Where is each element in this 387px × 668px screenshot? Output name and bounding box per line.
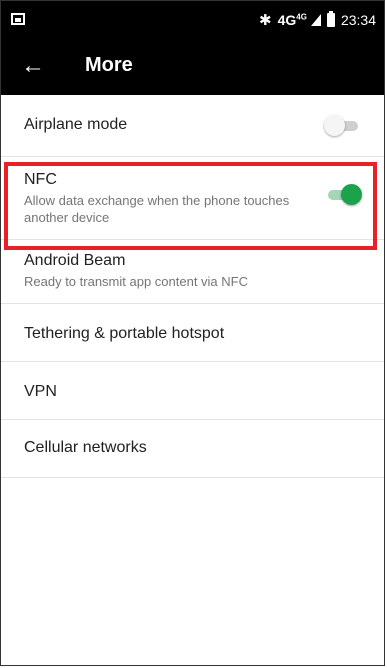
screen: ✱ 4G4G 23:34 ← More Airplane mode NFC Al… bbox=[0, 0, 385, 666]
setting-airplane-mode[interactable]: Airplane mode bbox=[1, 95, 384, 157]
setting-tethering[interactable]: Tethering & portable hotspot bbox=[1, 304, 384, 362]
setting-label: Airplane mode bbox=[24, 116, 128, 133]
status-icons: ✱ 4G4G 23:34 bbox=[259, 11, 376, 29]
signal-icon bbox=[310, 14, 321, 26]
setting-nfc[interactable]: NFC Allow data exchange when the phone t… bbox=[1, 157, 384, 240]
network-type: 4G4G bbox=[277, 12, 307, 28]
bluetooth-icon: ✱ bbox=[259, 12, 272, 29]
switch-thumb bbox=[324, 115, 345, 136]
switch-thumb bbox=[341, 184, 362, 205]
setting-cellular-networks[interactable]: Cellular networks bbox=[1, 420, 384, 478]
setting-vpn[interactable]: VPN bbox=[1, 362, 384, 420]
setting-android-beam[interactable]: Android Beam Ready to transmit app conte… bbox=[1, 240, 384, 304]
setting-summary: Ready to transmit app content via NFC bbox=[24, 274, 248, 289]
airplane-mode-switch[interactable] bbox=[324, 115, 362, 136]
notification-icon bbox=[11, 13, 25, 25]
setting-label: Android Beam bbox=[24, 252, 126, 269]
setting-label: VPN bbox=[24, 383, 57, 400]
setting-label: NFC bbox=[24, 171, 57, 188]
setting-label: Tethering & portable hotspot bbox=[24, 325, 225, 342]
nfc-switch[interactable] bbox=[324, 184, 362, 205]
arrow-left-icon[interactable]: ← bbox=[21, 52, 45, 80]
status-bar: ✱ 4G4G 23:34 bbox=[1, 1, 384, 39]
setting-summary: Allow data exchange when the phone touch… bbox=[24, 193, 290, 225]
app-bar: ← More bbox=[1, 39, 384, 95]
page-title: More bbox=[85, 54, 133, 76]
setting-label: Cellular networks bbox=[24, 439, 147, 456]
status-time: 23:34 bbox=[340, 12, 376, 28]
battery-icon bbox=[326, 11, 335, 27]
settings-list: Airplane mode NFC Allow data exchange wh… bbox=[1, 95, 384, 478]
